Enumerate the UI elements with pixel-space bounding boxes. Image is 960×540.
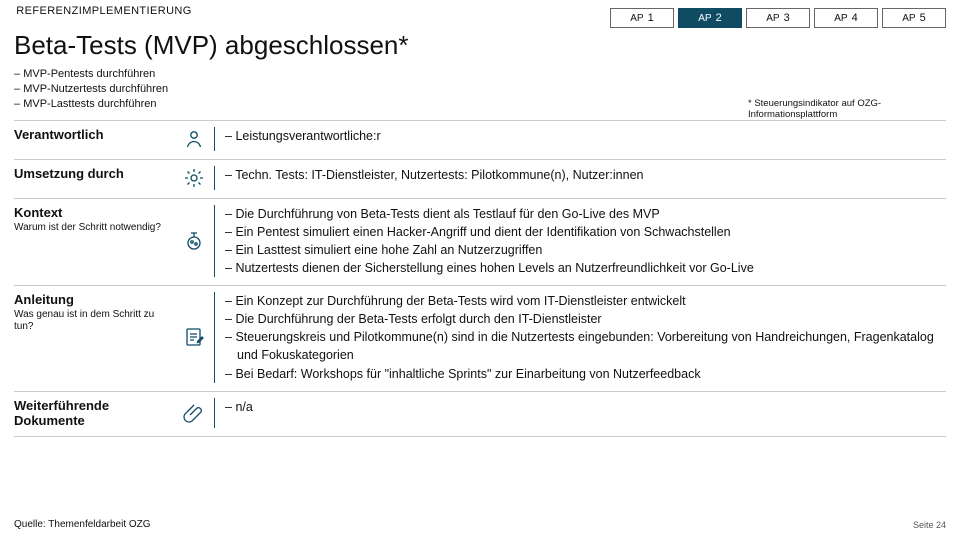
edit-document-icon <box>174 292 214 383</box>
header: REFERENZIMPLEMENTIERUNG AP1 AP2 AP3 AP4 … <box>14 6 946 28</box>
tab-ap3[interactable]: AP3 <box>746 8 810 28</box>
row-item: Ein Pentest simuliert einen Hacker-Angri… <box>225 223 946 241</box>
row-label: Umsetzung durch <box>14 166 174 181</box>
tab-ap4[interactable]: AP4 <box>814 8 878 28</box>
gear-person-icon <box>174 166 214 190</box>
row-label: Verantwortlich <box>14 127 174 142</box>
row-item: Techn. Tests: IT-Dienstleister, Nutzerte… <box>225 166 946 184</box>
row-item: n/a <box>225 398 946 416</box>
detail-rows: Verantwortlich Leistungsverantwortliche:… <box>14 120 946 437</box>
row-item: Nutzertests dienen der Sicherstellung ei… <box>225 259 946 277</box>
row-responsibility: Verantwortlich Leistungsverantwortliche:… <box>14 120 946 159</box>
row-item: Ein Lasttest simuliert eine hohe Zahl an… <box>225 241 946 259</box>
footnote: * Steuerungsindikator auf OZG-Informatio… <box>748 98 938 121</box>
row-sublabel: Warum ist der Schritt notwendig? <box>14 222 174 234</box>
tab-strip: AP1 AP2 AP3 AP4 AP5 <box>610 8 946 28</box>
tab-ap2[interactable]: AP2 <box>678 8 742 28</box>
paperclip-icon <box>174 398 214 428</box>
row-label: Anleitung <box>14 292 174 307</box>
intro-bullet: MVP-Nutzertests durchführen <box>14 82 946 97</box>
row-label: Kontext <box>14 205 174 220</box>
tab-ap1[interactable]: AP1 <box>610 8 674 28</box>
row-item: Die Durchführung von Beta-Tests dient al… <box>225 205 946 223</box>
row-docs: Weiterführende Dokumente n/a <box>14 391 946 437</box>
intro-bullet: MVP-Pentests durchführen <box>14 67 946 82</box>
source-label: Quelle: Themenfeldarbeit OZG <box>14 519 151 530</box>
brand-label: REFERENZIMPLEMENTIERUNG <box>14 6 194 18</box>
page-title: Beta-Tests (MVP) abgeschlossen* <box>14 30 946 61</box>
person-icon <box>174 127 214 151</box>
page-number: Seite 24 <box>913 520 946 530</box>
row-item: Bei Bedarf: Workshops für "inhaltliche S… <box>225 365 946 383</box>
row-item: Ein Konzept zur Durchführung der Beta-Te… <box>225 292 946 310</box>
row-label: Weiterführende Dokumente <box>14 398 174 428</box>
lab-icon <box>174 205 214 278</box>
row-sublabel: Was genau ist in dem Schritt zu tun? <box>14 309 174 333</box>
row-context: Kontext Warum ist der Schritt notwendig?… <box>14 198 946 286</box>
tab-ap5[interactable]: AP5 <box>882 8 946 28</box>
row-execution: Umsetzung durch Techn. Tests: IT-Dienstl… <box>14 159 946 198</box>
row-item: Die Durchführung der Beta-Tests erfolgt … <box>225 310 946 328</box>
row-guide: Anleitung Was genau ist in dem Schritt z… <box>14 285 946 391</box>
row-item: Steuerungskreis und Pilotkommune(n) sind… <box>225 328 946 364</box>
row-item: Leistungsverantwortliche:r <box>225 127 946 145</box>
